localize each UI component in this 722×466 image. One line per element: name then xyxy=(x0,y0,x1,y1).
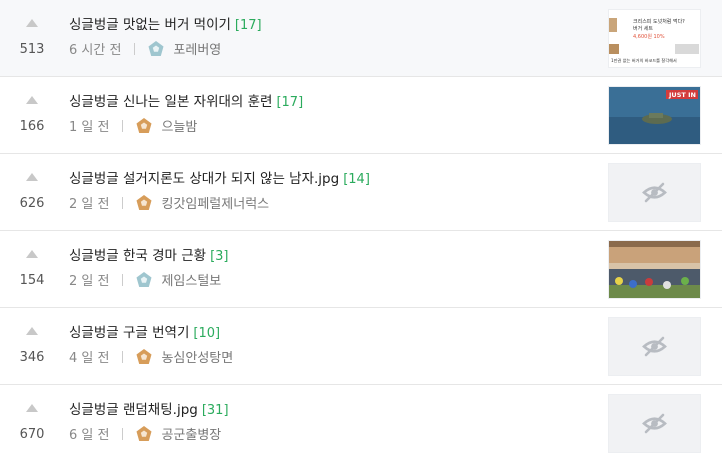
user-rank-badge-icon xyxy=(136,348,152,364)
meta-divider xyxy=(122,273,124,286)
meta-divider xyxy=(134,42,136,55)
user-rank-badge-icon xyxy=(136,425,152,441)
user-rank-badge-icon xyxy=(148,40,164,56)
post-title[interactable]: 싱글벙글 구글 번역기 [10] xyxy=(69,321,220,341)
meta-divider xyxy=(122,196,124,209)
post-thumbnail[interactable] xyxy=(608,394,701,453)
upvote-arrow-icon[interactable] xyxy=(26,173,38,181)
thumbnail-image: JUST IN xyxy=(609,87,700,144)
meta-divider xyxy=(122,427,124,440)
post-row[interactable]: 154 싱글벙글 한국 경마 근황 [3] 2 일 전 제임스털보 xyxy=(0,231,722,308)
hidden-image-icon xyxy=(642,182,667,203)
meta-divider xyxy=(122,119,124,132)
thumbnail-image: 크리스피 도넛처럼 먹다? 버거 세트 4,600원 10% 1만권 없는 버거… xyxy=(609,10,700,67)
vote-box: 670 xyxy=(0,385,64,462)
thumb-text-line: 4,600원 10% xyxy=(633,33,665,40)
thumb-text-line: 버거 세트 xyxy=(633,25,653,32)
post-list: 513 싱글벙글 맛없는 버거 먹이기 [17] 6 시간 전 포레버영 크리스피… xyxy=(0,0,722,462)
post-author[interactable]: 포레버영 xyxy=(173,39,221,58)
post-row[interactable]: 513 싱글벙글 맛없는 버거 먹이기 [17] 6 시간 전 포레버영 크리스피… xyxy=(0,0,722,77)
upvote-arrow-icon[interactable] xyxy=(26,250,38,258)
post-thumbnail[interactable] xyxy=(608,317,701,376)
post-title-text[interactable]: 싱글벙글 랜덤채팅.jpg xyxy=(69,402,198,418)
post-title[interactable]: 싱글벙글 랜덤채팅.jpg [31] xyxy=(69,398,229,418)
vote-count: 346 xyxy=(19,350,45,365)
vote-count: 626 xyxy=(19,196,45,211)
user-rank-badge-icon xyxy=(136,117,152,133)
post-title[interactable]: 싱글벙글 한국 경마 근황 [3] xyxy=(69,244,229,264)
post-title[interactable]: 싱글벙글 맛없는 버거 먹이기 [17] xyxy=(69,13,262,33)
post-meta: 6 일 전 공군출병장 xyxy=(69,424,221,443)
post-time: 6 일 전 xyxy=(69,428,110,443)
post-meta: 1 일 전 으늘밤 xyxy=(69,116,197,135)
post-time: 2 일 전 xyxy=(69,274,110,289)
post-meta: 4 일 전 농심안성탕면 xyxy=(69,347,233,366)
post-row[interactable]: 346 싱글벙글 구글 번역기 [10] 4 일 전 농심안성탕면 xyxy=(0,308,722,385)
post-meta: 6 시간 전 포레버영 xyxy=(69,39,221,58)
post-author[interactable]: 으늘밤 xyxy=(161,116,197,135)
thumb-text-line: 크리스피 도넛처럼 먹다? xyxy=(633,18,685,25)
vote-count: 513 xyxy=(19,42,45,57)
upvote-arrow-icon[interactable] xyxy=(26,404,38,412)
comment-count[interactable]: [14] xyxy=(343,172,370,187)
post-time: 2 일 전 xyxy=(69,197,110,212)
post-time: 1 일 전 xyxy=(69,120,110,135)
post-time: 4 일 전 xyxy=(69,351,110,366)
post-meta: 2 일 전 킹갓임페럴제너럭스 xyxy=(69,193,269,212)
post-title[interactable]: 싱글벙글 설거지론도 상대가 되지 않는 남자.jpg [14] xyxy=(69,167,370,187)
post-row[interactable]: 670 싱글벙글 랜덤채팅.jpg [31] 6 일 전 공군출병장 xyxy=(0,385,722,462)
meta-divider xyxy=(122,350,124,363)
comment-count[interactable]: [31] xyxy=(202,403,229,418)
post-meta: 2 일 전 제임스털보 xyxy=(69,270,221,289)
thumbnail-image xyxy=(609,241,700,298)
post-title[interactable]: 싱글벙글 신나는 일본 자위대의 훈련 [17] xyxy=(69,90,303,110)
thumb-text-line: JUST IN xyxy=(668,91,696,99)
thumb-text-line: 1만권 없는 버거의 바코드를 찰각해서 xyxy=(611,57,677,64)
vote-box: 626 xyxy=(0,154,64,230)
post-thumbnail[interactable] xyxy=(608,240,701,299)
vote-count: 166 xyxy=(19,119,45,134)
vote-count: 154 xyxy=(19,273,45,288)
upvote-arrow-icon[interactable] xyxy=(26,19,38,27)
post-thumbnail[interactable] xyxy=(608,163,701,222)
comment-count[interactable]: [17] xyxy=(276,95,303,110)
post-row[interactable]: 626 싱글벙글 설거지론도 상대가 되지 않는 남자.jpg [14] 2 일 … xyxy=(0,154,722,231)
post-title-text[interactable]: 싱글벙글 설거지론도 상대가 되지 않는 남자.jpg xyxy=(69,171,339,187)
upvote-arrow-icon[interactable] xyxy=(26,327,38,335)
post-author[interactable]: 공군출병장 xyxy=(161,424,221,443)
upvote-arrow-icon[interactable] xyxy=(26,96,38,104)
hidden-image-icon xyxy=(642,336,667,357)
comment-count[interactable]: [3] xyxy=(210,249,228,264)
vote-box: 154 xyxy=(0,231,64,307)
comment-count[interactable]: [17] xyxy=(235,18,262,33)
vote-count: 670 xyxy=(19,427,45,442)
hidden-image-icon xyxy=(642,413,667,434)
post-title-text[interactable]: 싱글벙글 신나는 일본 자위대의 훈련 xyxy=(69,94,272,110)
post-author[interactable]: 제임스털보 xyxy=(161,270,221,289)
vote-box: 346 xyxy=(0,308,64,384)
post-thumbnail[interactable]: JUST IN xyxy=(608,86,701,145)
post-time: 6 시간 전 xyxy=(69,43,122,58)
post-row[interactable]: 166 싱글벙글 신나는 일본 자위대의 훈련 [17] 1 일 전 으늘밤 JU… xyxy=(0,77,722,154)
user-rank-badge-icon xyxy=(136,271,152,287)
vote-box: 166 xyxy=(0,77,64,153)
user-rank-badge-icon xyxy=(136,194,152,210)
post-title-text[interactable]: 싱글벙글 한국 경마 근황 xyxy=(69,248,206,264)
post-author[interactable]: 킹갓임페럴제너럭스 xyxy=(161,193,269,212)
post-thumbnail[interactable]: 크리스피 도넛처럼 먹다? 버거 세트 4,600원 10% 1만권 없는 버거… xyxy=(608,9,701,68)
post-title-text[interactable]: 싱글벙글 구글 번역기 xyxy=(69,325,189,341)
post-author[interactable]: 농심안성탕면 xyxy=(161,347,233,366)
comment-count[interactable]: [10] xyxy=(193,326,220,341)
vote-box: 513 xyxy=(0,0,64,76)
post-title-text[interactable]: 싱글벙글 맛없는 버거 먹이기 xyxy=(69,17,231,33)
